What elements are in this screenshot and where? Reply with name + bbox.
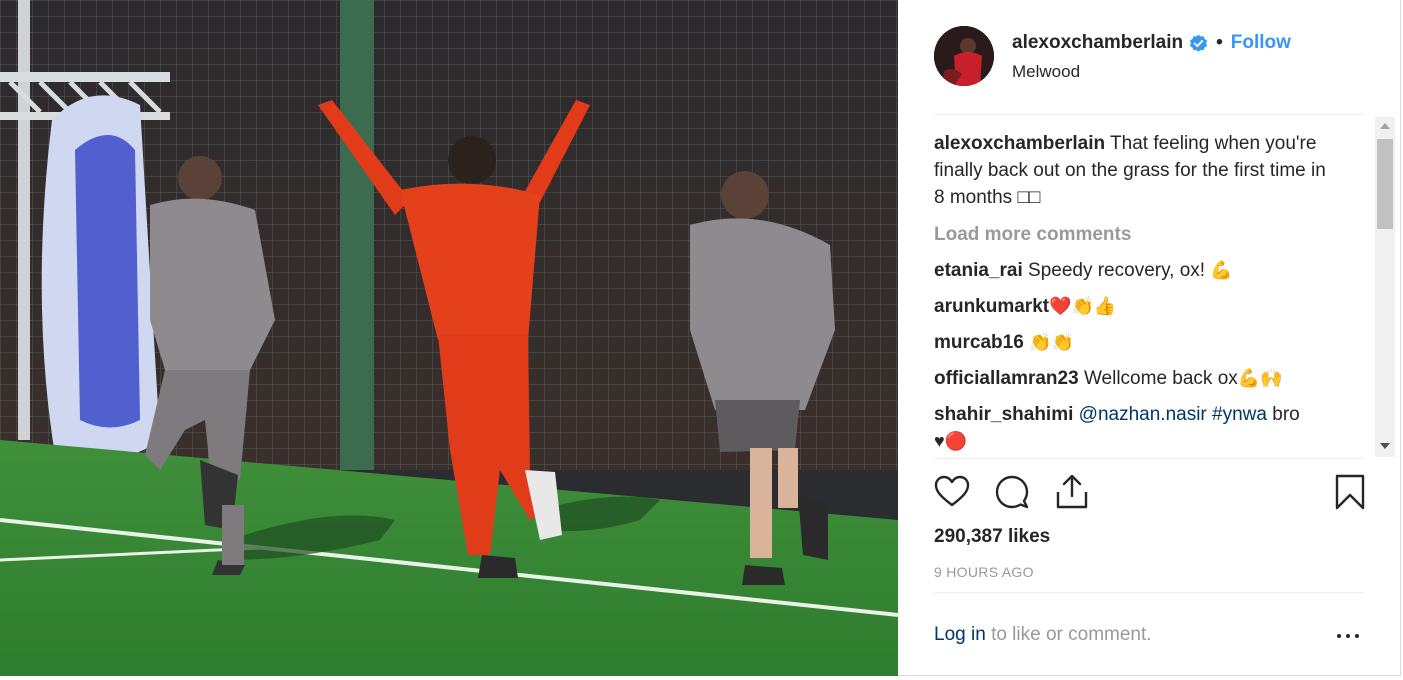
post-photo[interactable] bbox=[0, 0, 898, 676]
comment-hashtag-link[interactable]: #ynwa bbox=[1212, 404, 1267, 425]
header-divider bbox=[934, 114, 1364, 115]
likes-count[interactable]: 290,387 likes bbox=[934, 526, 1050, 548]
comment-username[interactable]: etania_rai bbox=[934, 260, 1023, 281]
heart-icon[interactable] bbox=[934, 474, 970, 510]
comment-item: officiallamran23 Wellcome back ox💪🙌 bbox=[934, 365, 1334, 392]
more-options-icon[interactable] bbox=[1336, 626, 1362, 646]
login-prompt-text: to like or comment. bbox=[991, 624, 1152, 645]
header-user-row: alexoxchamberlain • Follow bbox=[1012, 32, 1291, 54]
post-photo-image bbox=[0, 0, 898, 676]
share-icon[interactable] bbox=[1054, 474, 1090, 510]
verified-badge-icon bbox=[1189, 34, 1208, 53]
post-author-username[interactable]: alexoxchamberlain bbox=[1012, 32, 1183, 54]
comment-username[interactable]: officiallamran23 bbox=[934, 368, 1079, 389]
header-separator: • bbox=[1216, 32, 1223, 53]
comment-item: murcab16 👏👏 bbox=[934, 329, 1334, 356]
caption-trailing-glyphs: □□ bbox=[1017, 187, 1041, 208]
comment-bubble-icon[interactable] bbox=[994, 474, 1030, 510]
post-timestamp[interactable]: 9 HOURS AGO bbox=[934, 564, 1034, 580]
avatar-image bbox=[934, 26, 994, 86]
comment-emoji: ❤️👏👍 bbox=[1049, 296, 1117, 316]
comment-username[interactable]: shahir_shahimi bbox=[934, 404, 1073, 425]
login-prompt: Log in to like or comment. bbox=[934, 624, 1152, 646]
scroll-up-arrow-icon[interactable] bbox=[1380, 123, 1390, 129]
avatar[interactable] bbox=[934, 26, 994, 86]
post-actions-bar bbox=[934, 474, 1365, 514]
comment-text: Speedy recovery, ox! bbox=[1028, 260, 1206, 281]
post-side-panel: alexoxchamberlain • Follow Melwood alexo… bbox=[898, 0, 1401, 676]
scrollbar-thumb[interactable] bbox=[1377, 139, 1393, 229]
comments-list[interactable]: alexoxchamberlain That feeling when you'… bbox=[934, 130, 1334, 458]
comment-item: arunkumarkt❤️👏👍 bbox=[934, 293, 1334, 320]
caption-username[interactable]: alexoxchamberlain bbox=[934, 133, 1105, 154]
load-more-comments-button[interactable]: Load more comments bbox=[934, 221, 1334, 248]
comments-divider bbox=[934, 458, 1364, 459]
comment-text: bro bbox=[1272, 404, 1300, 425]
comment-emoji: 💪 bbox=[1210, 260, 1233, 280]
comment-text: Wellcome back ox bbox=[1083, 368, 1238, 389]
scroll-down-arrow-icon[interactable] bbox=[1380, 443, 1390, 449]
footer-divider bbox=[934, 592, 1364, 593]
bookmark-icon[interactable] bbox=[1332, 474, 1368, 510]
post-caption: alexoxchamberlain That feeling when you'… bbox=[934, 130, 1334, 211]
comment-item: etania_rai Speedy recovery, ox! 💪 bbox=[934, 257, 1334, 284]
post-location[interactable]: Melwood bbox=[1012, 62, 1080, 82]
comment-username[interactable]: murcab16 bbox=[934, 332, 1024, 353]
comment-username[interactable]: arunkumarkt bbox=[934, 296, 1049, 317]
follow-button[interactable]: Follow bbox=[1231, 32, 1291, 54]
comment-emoji: 💪🙌 bbox=[1237, 368, 1283, 388]
post-header: alexoxchamberlain • Follow Melwood bbox=[934, 26, 1364, 88]
login-link[interactable]: Log in bbox=[934, 624, 986, 645]
comment-mention-link[interactable]: @nazhan.nasir bbox=[1079, 404, 1207, 425]
comment-emoji: ♥🔴 bbox=[934, 431, 968, 451]
comment-emoji: 👏👏 bbox=[1029, 332, 1074, 352]
comment-item: shahir_shahimi @nazhan.nasir #ynwa bro ♥… bbox=[934, 401, 1334, 455]
comments-scrollbar[interactable] bbox=[1375, 117, 1395, 457]
